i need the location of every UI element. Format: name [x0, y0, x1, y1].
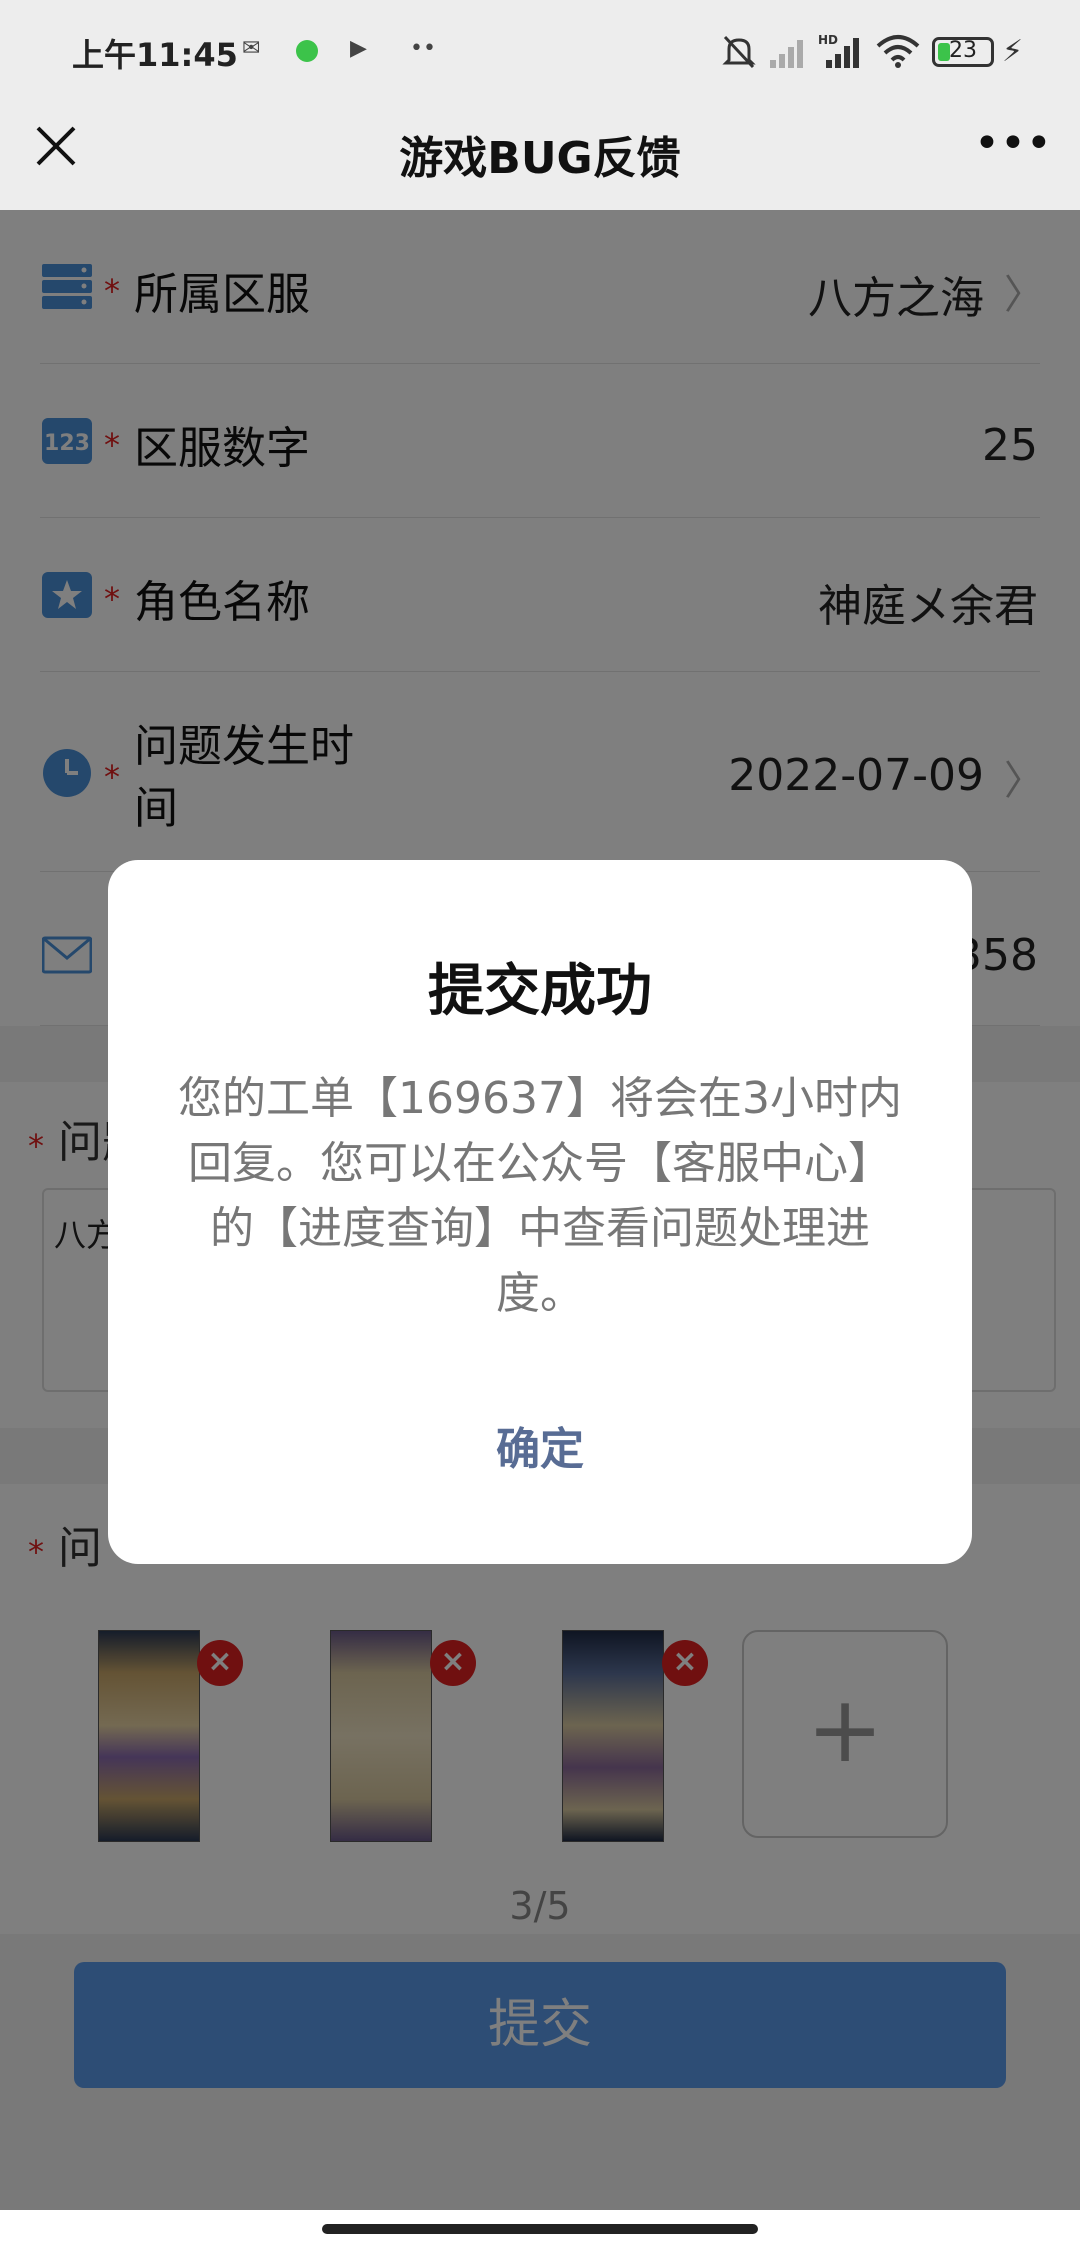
charging-icon: ⚡ [1002, 34, 1024, 69]
navigation-bar [0, 2210, 1080, 2258]
success-dialog: 提交成功 您的工单【169637】将会在3小时内回复。您可以在公众号【客服中心】… [108, 860, 972, 1564]
battery-icon: 23 [932, 37, 994, 67]
status-time: 上午11:45 [72, 36, 238, 74]
signal-icon [768, 36, 808, 74]
home-indicator[interactable] [322, 2224, 758, 2234]
confirm-button[interactable]: 确定 [108, 1400, 972, 1500]
video-icon: ▶ [350, 36, 367, 61]
more-menu-button[interactable]: ••• [974, 122, 1052, 166]
dialog-title: 提交成功 [428, 959, 652, 1024]
hd-signal-icon: HD [818, 32, 864, 74]
page-title: 游戏BUG反馈 [399, 133, 681, 184]
message-icon: ✉ [242, 36, 261, 61]
app-icon [296, 40, 318, 62]
dialog-message: 您的工单【169637】将会在3小时内回复。您可以在公众号【客服中心】的【进度查… [178, 1073, 902, 1319]
mute-icon [722, 34, 756, 74]
wifi-icon [876, 34, 920, 72]
svg-text:HD: HD [818, 33, 838, 47]
more-dots-icon: •• [410, 36, 436, 61]
